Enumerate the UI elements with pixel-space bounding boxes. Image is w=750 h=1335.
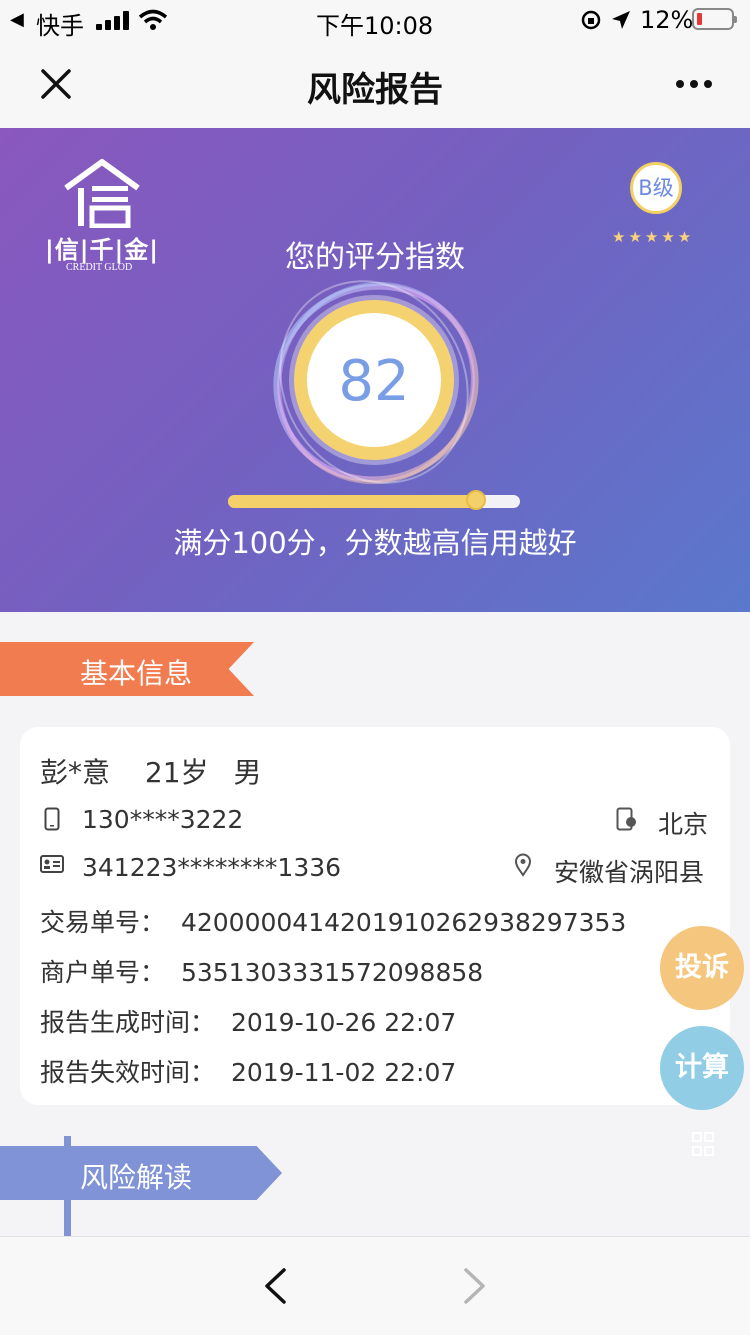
- back-arrow-icon[interactable]: [262, 1267, 288, 1305]
- info-row-label: 交易单号：: [40, 908, 166, 937]
- section-tag-risk: 风险解读: [0, 1146, 282, 1200]
- info-row-label: 商户单号：: [40, 958, 166, 987]
- info-row-merchant: 商户单号： 5351303331572098858: [40, 953, 483, 989]
- user-summary: 彭*意 21岁 男: [40, 751, 261, 791]
- info-row-label: 报告生成时间：: [40, 1008, 216, 1037]
- phone-location-icon: [616, 807, 636, 831]
- browser-toolbar: [0, 1236, 750, 1335]
- info-row-label: 报告失效时间：: [40, 1058, 216, 1087]
- info-row-value: 2019-10-26 22:07: [230, 1008, 457, 1037]
- location-arrow-icon: [612, 11, 630, 29]
- score-progress-fill: [228, 495, 477, 508]
- section-tag-basic-info: 基本信息: [0, 642, 254, 696]
- nav-bar: 风险报告: [0, 40, 750, 128]
- id-number: 341223********1336: [82, 853, 342, 882]
- score-hero: |信|千|金| CREDIT GLOD B级 ★★★★★ 您的评分指数 82 满…: [0, 128, 750, 612]
- status-bar: ◀ 快手 下午10:08 12%: [0, 0, 750, 40]
- phone-city: 北京: [658, 810, 709, 839]
- user-name: 彭*意: [40, 756, 111, 789]
- faded-decoration-icon: [692, 1132, 714, 1156]
- phone-icon: [44, 807, 60, 831]
- score-ring: 82: [294, 300, 454, 460]
- rotation-lock-icon: [581, 10, 601, 30]
- id-location: 安徽省涡阳县: [554, 858, 705, 887]
- back-arrow-icon[interactable]: ◀: [10, 9, 24, 30]
- back-app-label[interactable]: 快手: [36, 6, 84, 41]
- wifi-icon: [138, 9, 168, 30]
- battery-icon: [692, 8, 737, 30]
- info-row-report-expires: 报告失效时间： 2019-11-02 22:07: [40, 1053, 456, 1089]
- score-subtitle: 您的评分指数: [285, 240, 465, 275]
- user-gender: 男: [233, 756, 262, 789]
- forward-arrow-icon[interactable]: [462, 1267, 488, 1305]
- calculate-button[interactable]: 计算: [660, 1026, 744, 1110]
- info-row-value: 42000004142019102629382973​53: [180, 908, 627, 937]
- clock: 下午10:08: [316, 12, 434, 40]
- info-row-transaction: 交易单号： 42000004142019102629382973​53: [40, 903, 626, 939]
- section-tag-label: 基本信息: [80, 657, 193, 690]
- complaint-button[interactable]: 投诉: [660, 926, 744, 1010]
- signal-icon: [96, 10, 132, 30]
- score-progress-knob: [466, 490, 487, 510]
- basic-info-card: 彭*意 21岁 男 130****3222 北京 341223********1…: [20, 727, 730, 1105]
- score-progress-bar: [228, 490, 520, 510]
- phone-number: 130****3222: [82, 805, 244, 834]
- info-row-report-created: 报告生成时间： 2019-10-26 22:07: [40, 1003, 456, 1039]
- info-row-value: 5351303331572098858: [180, 958, 484, 987]
- location-pin-icon: [514, 853, 532, 877]
- more-icon[interactable]: [674, 78, 714, 90]
- user-age: 21岁: [144, 756, 209, 789]
- score-tip: 满分100分，分数越高信用越好: [173, 526, 577, 560]
- grade-badge: B级: [630, 162, 682, 214]
- brand-logo-icon: [64, 159, 140, 228]
- section-tag-label: 风险解读: [80, 1161, 193, 1194]
- score-value: 82: [338, 349, 410, 414]
- page-title: 风险报告: [307, 70, 443, 110]
- info-row-value: 2019-11-02 22:07: [230, 1058, 457, 1087]
- battery-percent: 12%: [640, 6, 694, 34]
- id-card-icon: [40, 855, 64, 873]
